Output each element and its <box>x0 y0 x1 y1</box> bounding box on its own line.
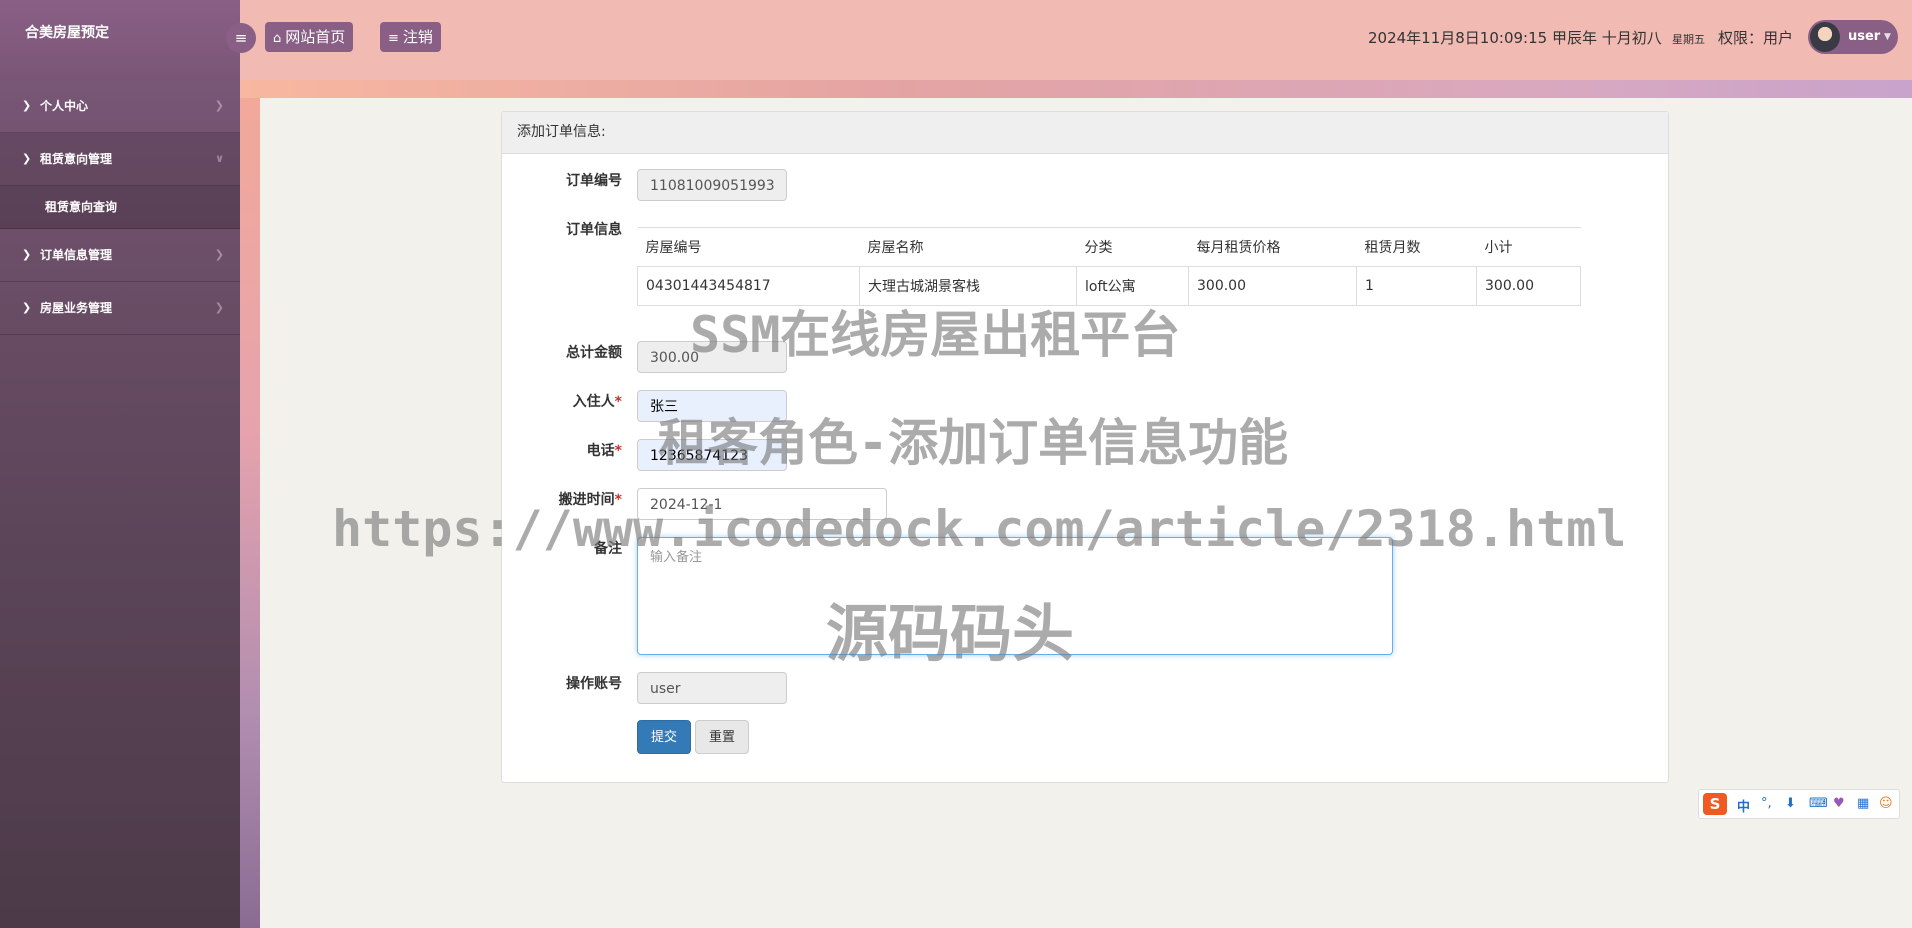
home-button[interactable]: ⌂ 网站首页 <box>265 22 354 52</box>
table-cell: 300.00 <box>1188 266 1357 306</box>
reset-button[interactable]: 重置 <box>695 720 749 754</box>
chevron-right-icon: ❯ <box>22 99 32 112</box>
list-icon: ≡ <box>388 31 399 46</box>
sidebar-item-personal-center[interactable]: ❯ 个人中心 ❯ <box>0 80 240 133</box>
header-permission: 权限：用户 <box>1718 29 1794 47</box>
panel-title: 添加订单信息: <box>502 112 1668 154</box>
sidebar: 合美房屋预定 ❯ 个人中心 ❯ ❯ 租赁意向管理 ∨ 租赁意向查询 ❯ 订单信息… <box>0 0 240 928</box>
header-weekday: 星期五 <box>1672 33 1705 46</box>
content-left-strip <box>240 98 260 928</box>
user-menu[interactable]: user ▼ <box>1808 20 1898 54</box>
brand-title: 合美房屋预定 <box>0 0 240 80</box>
ime-mode[interactable]: 中 <box>1737 796 1750 815</box>
column-header: 每月租赁价格 <box>1188 227 1357 267</box>
watermark-line: 源码码头 <box>826 597 1075 670</box>
column-header: 租赁月数 <box>1356 227 1477 267</box>
avatar <box>1810 22 1840 52</box>
logout-button[interactable]: ≡ 注销 <box>380 22 441 52</box>
chevron-right-icon: ❯ <box>214 301 224 314</box>
table-cell: 1 <box>1356 266 1477 306</box>
chevron-right-icon: ❯ <box>22 248 32 261</box>
header-gradient-strip <box>240 80 1912 98</box>
ime-toolbar[interactable]: S 中 °, ⬇ ⌨ ♥ ▦ ☺ <box>1698 789 1900 819</box>
chevron-right-icon: ❯ <box>22 301 32 314</box>
chevron-right-icon: ❯ <box>214 99 224 112</box>
required-mark: * <box>614 394 622 410</box>
tenant-label-text: 入住人 <box>572 394 615 410</box>
sidebar-toggle-button[interactable]: ≡ <box>226 23 256 53</box>
keyboard-icon[interactable]: ⌨ <box>1809 796 1828 811</box>
required-mark: * <box>614 443 622 459</box>
account-field[interactable]: user <box>637 672 787 704</box>
home-button-label: 网站首页 <box>285 28 346 46</box>
sidebar-item-label: 租赁意向管理 <box>40 152 113 166</box>
skin-icon[interactable]: ♥ <box>1833 796 1845 811</box>
chevron-down-icon: ∨ <box>215 152 224 165</box>
column-header: 房屋名称 <box>859 227 1077 267</box>
sidebar-item-label: 订单信息管理 <box>40 248 113 262</box>
sidebar-subitem-rental-intent-query[interactable]: 租赁意向查询 <box>0 186 240 229</box>
tenant-label: 入住人* <box>502 391 622 411</box>
table-header-row: 房屋编号 房屋名称 分类 每月租赁价格 租赁月数 小计 <box>637 227 1581 267</box>
emoji-icon[interactable]: ☺ <box>1879 796 1893 811</box>
sidebar-item-house-business[interactable]: ❯ 房屋业务管理 ❯ <box>0 282 240 335</box>
column-header: 分类 <box>1076 227 1189 267</box>
total-label: 总计金额 <box>566 345 622 361</box>
sidebar-item-label: 房屋业务管理 <box>40 301 113 315</box>
microphone-icon[interactable]: ⬇ <box>1785 796 1796 811</box>
watermark-line: 租客角色-添加订单信息功能 <box>658 414 1289 472</box>
grid-icon[interactable]: ▦ <box>1857 796 1869 811</box>
submit-button[interactable]: 提交 <box>637 720 691 754</box>
column-header: 房屋编号 <box>637 227 860 267</box>
header-datetime: 2024年11月8日10:09:15 甲辰年 十月初八 <box>1368 29 1662 47</box>
order-no-label: 订单编号 <box>566 173 622 189</box>
user-name: user <box>1848 29 1881 44</box>
punctuation-icon[interactable]: °, <box>1761 796 1772 811</box>
caret-down-icon: ▼ <box>1884 32 1891 42</box>
menu-icon: ≡ <box>234 29 248 47</box>
chevron-right-icon: ❯ <box>214 248 224 261</box>
account-label: 操作账号 <box>566 676 622 692</box>
column-header: 小计 <box>1476 227 1581 267</box>
ime-logo-icon: S <box>1703 793 1727 815</box>
watermark-line: https://www.icodedock.com/article/2318.h… <box>332 500 1627 558</box>
sidebar-item-rental-intent[interactable]: ❯ 租赁意向管理 ∨ <box>0 133 240 186</box>
sidebar-item-label: 个人中心 <box>40 99 89 113</box>
phone-label: 电话* <box>502 440 622 460</box>
home-icon: ⌂ <box>273 31 282 46</box>
watermark-line: SSM在线房屋出租平台 <box>690 306 1181 364</box>
order-info-label: 订单信息 <box>566 222 622 238</box>
table-cell: 300.00 <box>1476 266 1581 306</box>
chevron-right-icon: ❯ <box>22 152 32 165</box>
phone-label-text: 电话 <box>586 443 615 459</box>
logout-button-label: 注销 <box>402 28 433 46</box>
sidebar-item-order-info[interactable]: ❯ 订单信息管理 ❯ <box>0 229 240 282</box>
order-no-field[interactable]: 11081009051993 <box>637 169 787 201</box>
